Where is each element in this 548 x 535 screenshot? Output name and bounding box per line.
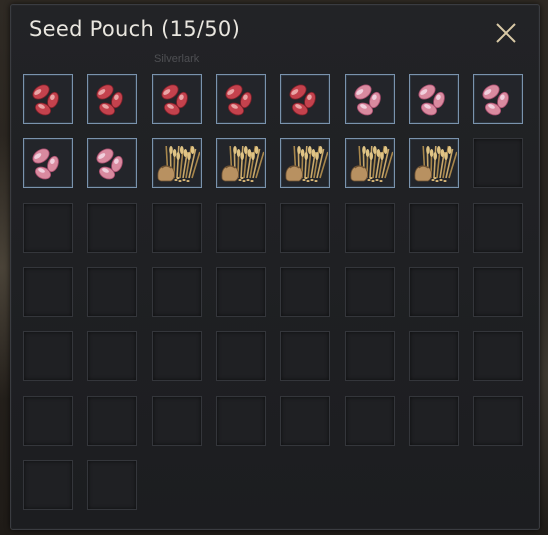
inventory-slot-empty[interactable]: [280, 267, 330, 317]
inventory-slot-empty[interactable]: [87, 331, 137, 381]
inventory-slot-grain-sack[interactable]: [280, 138, 330, 188]
inventory-slot-empty[interactable]: [87, 203, 137, 253]
inventory-slot-empty[interactable]: [216, 203, 266, 253]
inventory-slot-empty[interactable]: [473, 331, 523, 381]
inventory-slot-empty[interactable]: [473, 203, 523, 253]
pink-bean-seed-icon: [354, 84, 381, 116]
inventory-slot-empty[interactable]: [473, 267, 523, 317]
red-bean-seed-icon: [225, 84, 252, 116]
inventory-slot-empty[interactable]: [23, 460, 73, 510]
inventory-slot-empty[interactable]: [409, 396, 459, 446]
inventory-slot-empty[interactable]: [345, 396, 395, 446]
pink-bean-seed-icon: [418, 84, 445, 116]
inventory-slot-empty[interactable]: [23, 267, 73, 317]
grain-sack-icon: [157, 145, 200, 182]
inventory-slot-empty[interactable]: [23, 331, 73, 381]
seed-pouch-window: Seed Pouch (15/50) Silverlark: [10, 4, 540, 530]
pink-bean-seed-icon: [32, 148, 59, 180]
inventory-slot-red-bean-seed[interactable]: [152, 74, 202, 124]
inventory-slot-empty[interactable]: [409, 203, 459, 253]
red-bean-seed-icon: [289, 84, 316, 116]
close-button[interactable]: [493, 20, 519, 46]
inventory-slot-empty[interactable]: [473, 138, 523, 188]
inventory-slot-empty[interactable]: [473, 396, 523, 446]
inventory-slot-pink-bean-seed[interactable]: [23, 138, 73, 188]
pink-bean-seed-icon: [482, 84, 509, 116]
inventory-slot-pink-bean-seed[interactable]: [473, 74, 523, 124]
inventory-slot-empty[interactable]: [216, 396, 266, 446]
inventory-slot-empty[interactable]: [216, 267, 266, 317]
inventory-slot-empty[interactable]: [152, 267, 202, 317]
grain-sack-icon: [221, 145, 264, 182]
grain-sack-icon: [414, 145, 457, 182]
inventory-slot-empty[interactable]: [345, 331, 395, 381]
inventory-slot-empty[interactable]: [280, 331, 330, 381]
inventory-slot-empty[interactable]: [87, 460, 137, 510]
inventory-slot-empty[interactable]: [87, 267, 137, 317]
grain-sack-icon: [285, 145, 328, 182]
inventory-slot-empty[interactable]: [87, 396, 137, 446]
inventory-slot-grain-sack[interactable]: [409, 138, 459, 188]
inventory-slot-empty[interactable]: [216, 331, 266, 381]
red-bean-seed-icon: [161, 84, 188, 116]
background-world-label: Silverlark: [154, 53, 200, 65]
inventory-slot-empty[interactable]: [409, 331, 459, 381]
inventory-slot-red-bean-seed[interactable]: [280, 74, 330, 124]
inventory-slot-empty[interactable]: [409, 267, 459, 317]
inventory-slot-grain-sack[interactable]: [152, 138, 202, 188]
red-bean-seed-icon: [96, 84, 123, 116]
inventory-slot-empty[interactable]: [280, 203, 330, 253]
inventory-slot-empty[interactable]: [152, 331, 202, 381]
window-titlebar[interactable]: Seed Pouch (15/50) Silverlark: [11, 5, 539, 65]
pink-bean-seed-icon: [96, 148, 123, 180]
inventory-slot-red-bean-seed[interactable]: [216, 74, 266, 124]
inventory-slot-empty[interactable]: [345, 203, 395, 253]
inventory-slot-red-bean-seed[interactable]: [23, 74, 73, 124]
inventory-slot-red-bean-seed[interactable]: [87, 74, 137, 124]
inventory-slot-grain-sack[interactable]: [345, 138, 395, 188]
inventory-slot-empty[interactable]: [152, 203, 202, 253]
inventory-slot-empty[interactable]: [23, 203, 73, 253]
grain-sack-icon: [350, 145, 393, 182]
close-icon: [496, 23, 516, 43]
red-bean-seed-icon: [32, 84, 59, 116]
window-title: Seed Pouch (15/50): [29, 17, 241, 41]
inventory-slot-pink-bean-seed[interactable]: [87, 138, 137, 188]
inventory-slot-empty[interactable]: [345, 267, 395, 317]
inventory-slot-empty[interactable]: [280, 396, 330, 446]
inventory-slot-empty[interactable]: [152, 396, 202, 446]
inventory-slot-pink-bean-seed[interactable]: [345, 74, 395, 124]
inventory-slot-empty[interactable]: [23, 396, 73, 446]
inventory-slot-grain-sack[interactable]: [216, 138, 266, 188]
inventory-slot-pink-bean-seed[interactable]: [409, 74, 459, 124]
